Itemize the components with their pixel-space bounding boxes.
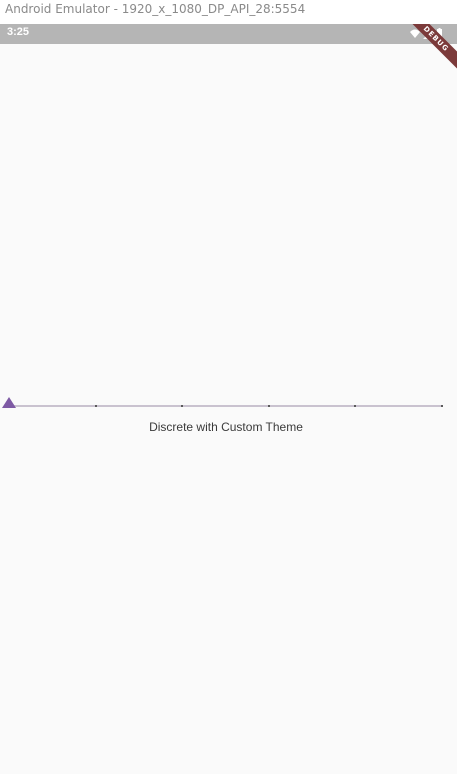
- slider-thumb-triangle-icon[interactable]: [2, 397, 16, 408]
- slider-tick: [94, 405, 97, 407]
- discrete-slider[interactable]: [2, 394, 443, 418]
- slider-tick: [181, 405, 184, 407]
- device-screen: 3:25 DEBUG Discrete with Custom Theme: [0, 24, 457, 774]
- slider-tick: [441, 405, 443, 407]
- status-bar: 3:25: [0, 24, 457, 44]
- slider-tick: [267, 405, 270, 407]
- window-title: Android Emulator - 1920_x_1080_DP_API_28…: [0, 0, 457, 24]
- slider-tick: [354, 405, 357, 407]
- slider-caption: Discrete with Custom Theme: [149, 420, 303, 434]
- slider-track[interactable]: [9, 405, 442, 407]
- status-time: 3:25: [7, 26, 30, 38]
